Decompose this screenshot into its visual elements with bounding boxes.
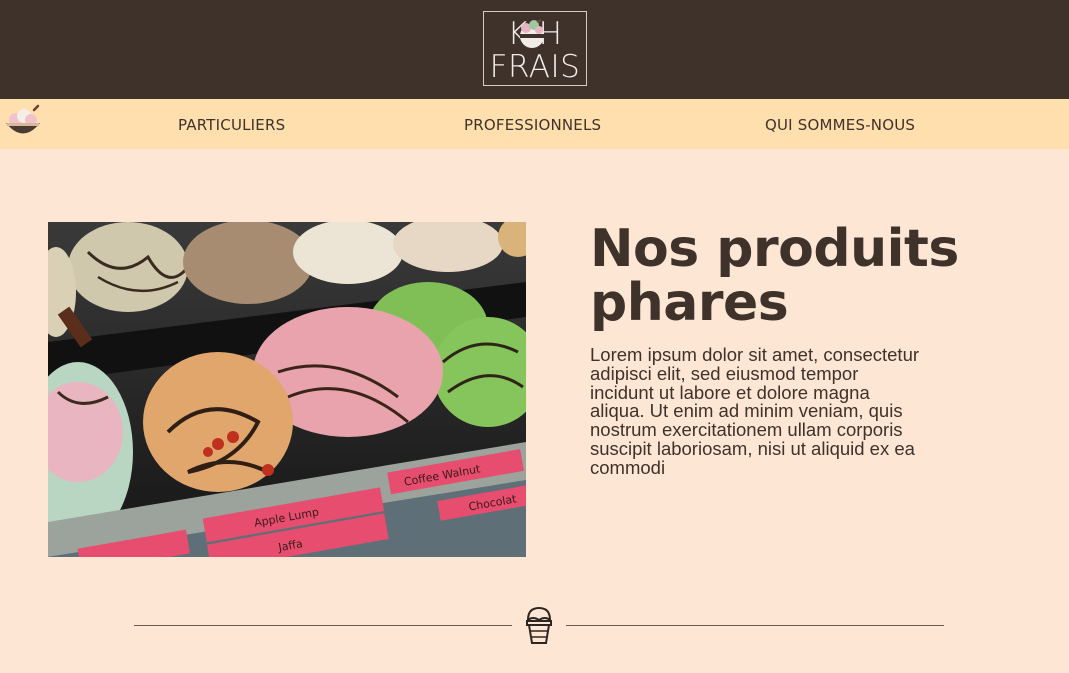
ice-cream-display-illustration: Coffee Walnut Chocolat Apple Lump Jaffa	[48, 222, 526, 557]
section-description: Lorem ipsum dolor sit amet, consectetur …	[590, 344, 920, 478]
ice-cream-display-photo: Coffee Walnut Chocolat Apple Lump Jaffa	[48, 222, 526, 557]
divider-line-right	[566, 625, 944, 626]
nav-link-qui-sommes-nous[interactable]: QUI SOMMES-NOUS	[765, 116, 915, 134]
nav-link-professionnels[interactable]: PROFESSIONNELS	[464, 116, 601, 134]
logo-line2: FRAIS	[489, 49, 581, 85]
divider-line-left	[134, 625, 512, 626]
top-header: K H FRAIS	[0, 0, 1069, 99]
ice-cream-bowl-icon[interactable]	[4, 104, 42, 142]
main-nav: PARTICULIERS PROFESSIONNELS QUI SOMMES-N…	[0, 99, 1069, 149]
section-title: Nos produits phares	[590, 219, 959, 333]
ice-cream-scoop-logo-icon	[520, 19, 544, 48]
ice-cream-cup-icon	[526, 606, 552, 644]
nav-link-particuliers[interactable]: PARTICULIERS	[178, 116, 285, 134]
site-logo[interactable]: K H FRAIS	[483, 11, 587, 86]
